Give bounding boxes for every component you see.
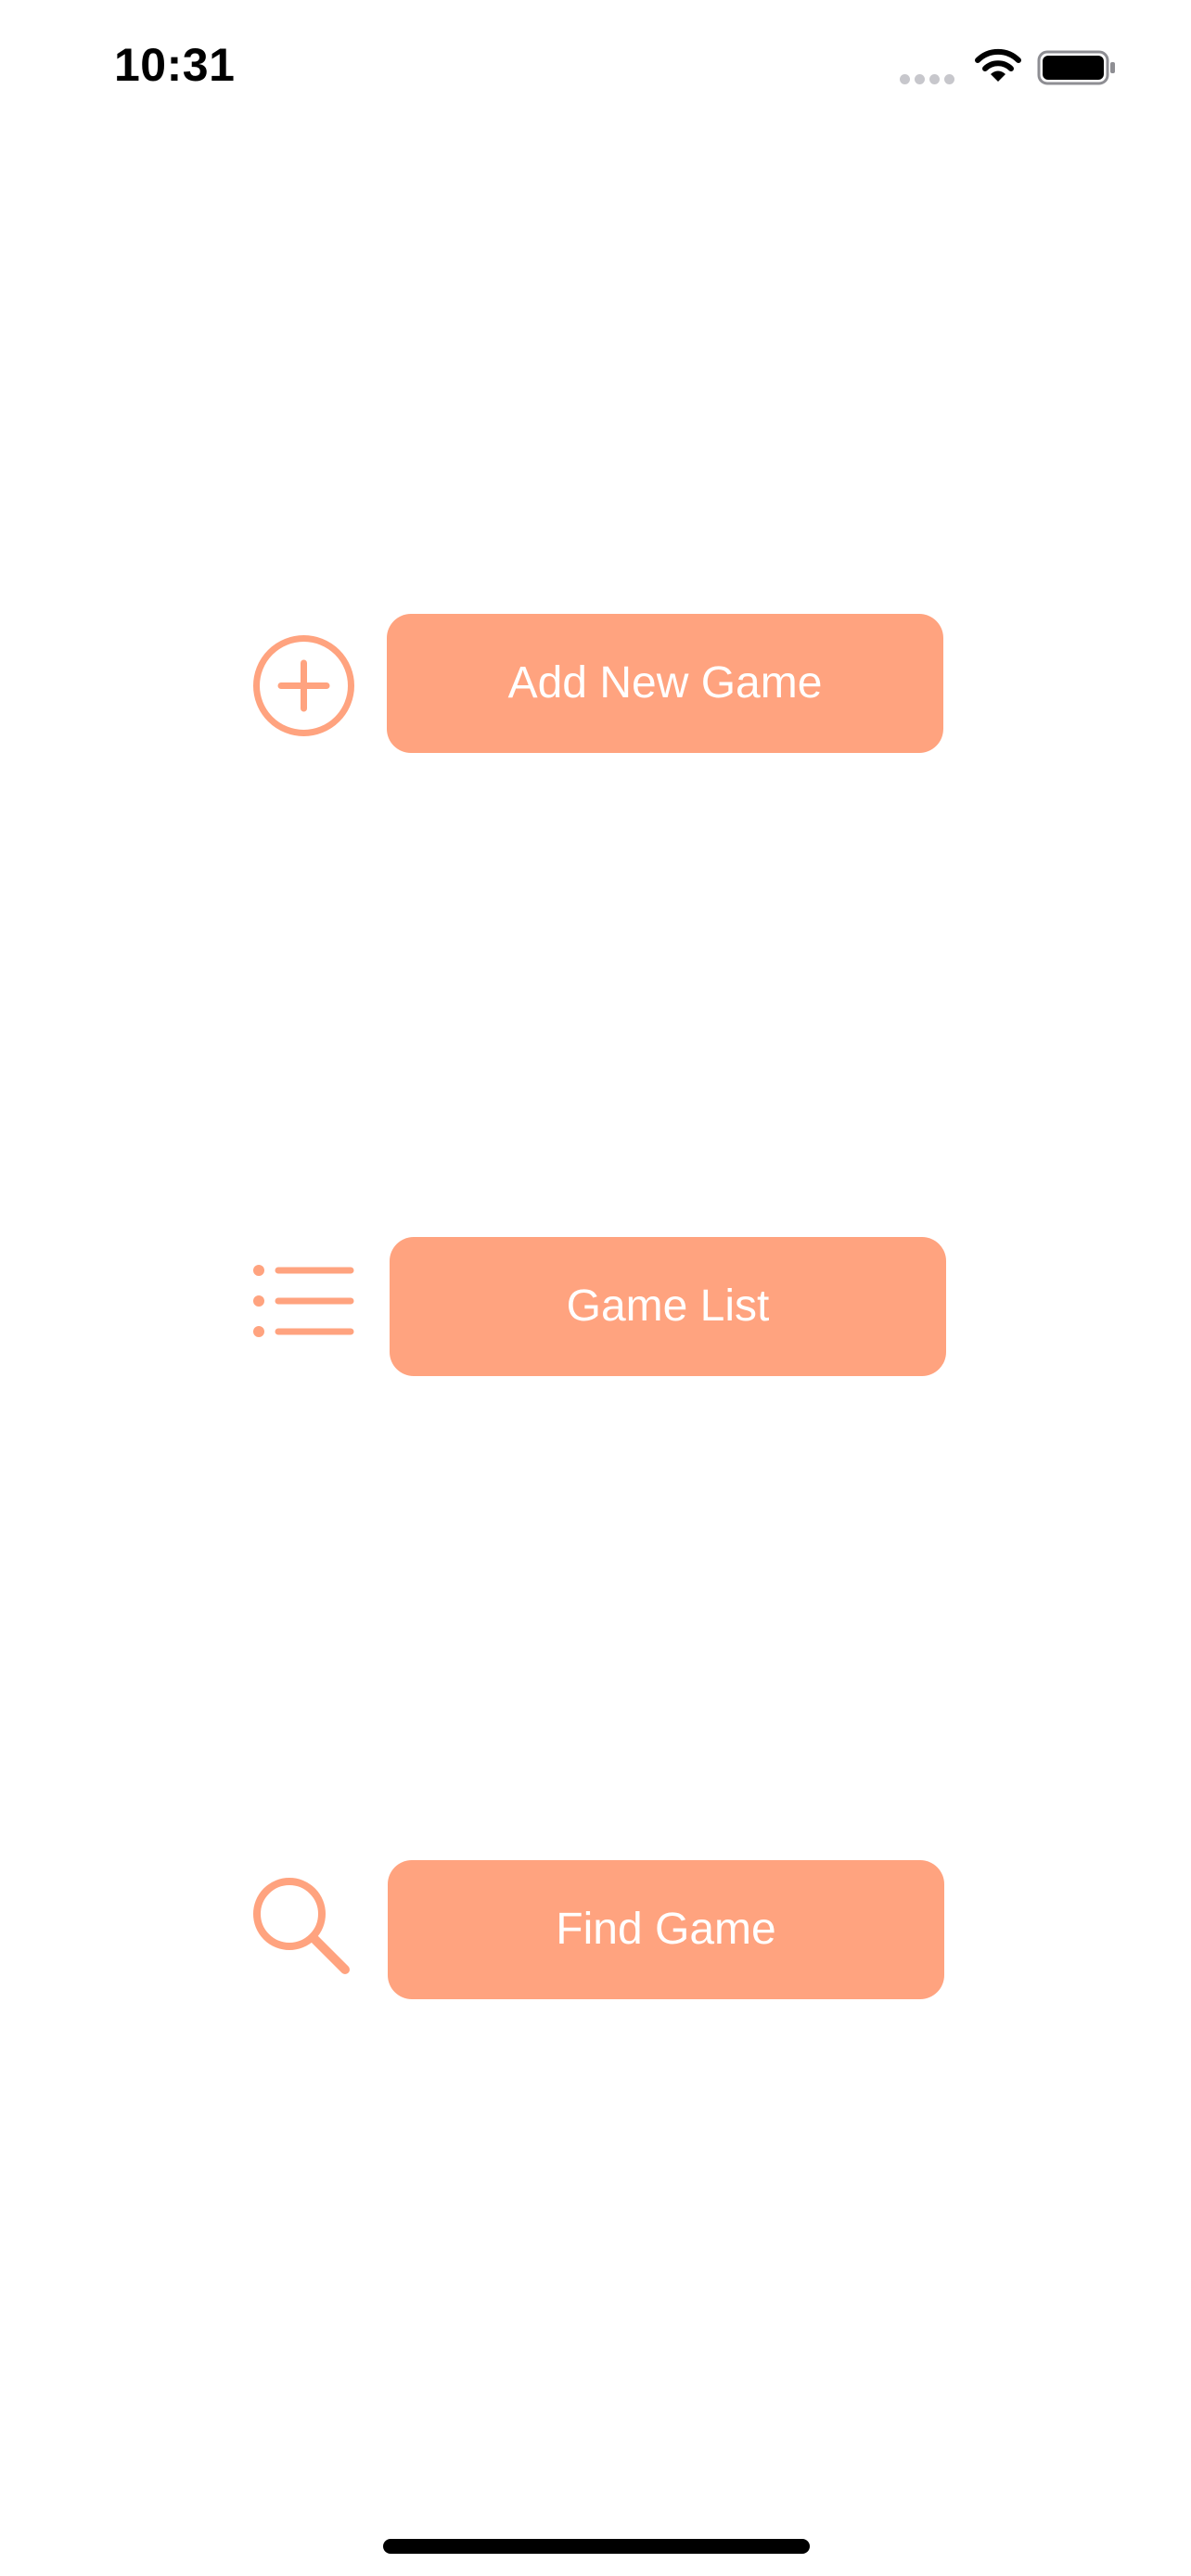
- plus-circle-icon: [250, 632, 357, 739]
- find-game-button[interactable]: Find Game: [388, 1860, 944, 1999]
- list-bullet-icon: [250, 1252, 357, 1358]
- battery-icon: [1037, 50, 1117, 85]
- add-new-game-button[interactable]: Add New Game: [387, 614, 943, 753]
- wifi-icon: [972, 46, 1024, 85]
- status-bar: 10:31: [0, 0, 1191, 130]
- status-time: 10:31: [114, 39, 236, 91]
- home-indicator[interactable]: [383, 2539, 810, 2554]
- magnifying-glass-icon: [250, 1875, 357, 1982]
- cellular-signal-icon: [900, 74, 955, 85]
- game-list-button[interactable]: Game List: [390, 1237, 946, 1376]
